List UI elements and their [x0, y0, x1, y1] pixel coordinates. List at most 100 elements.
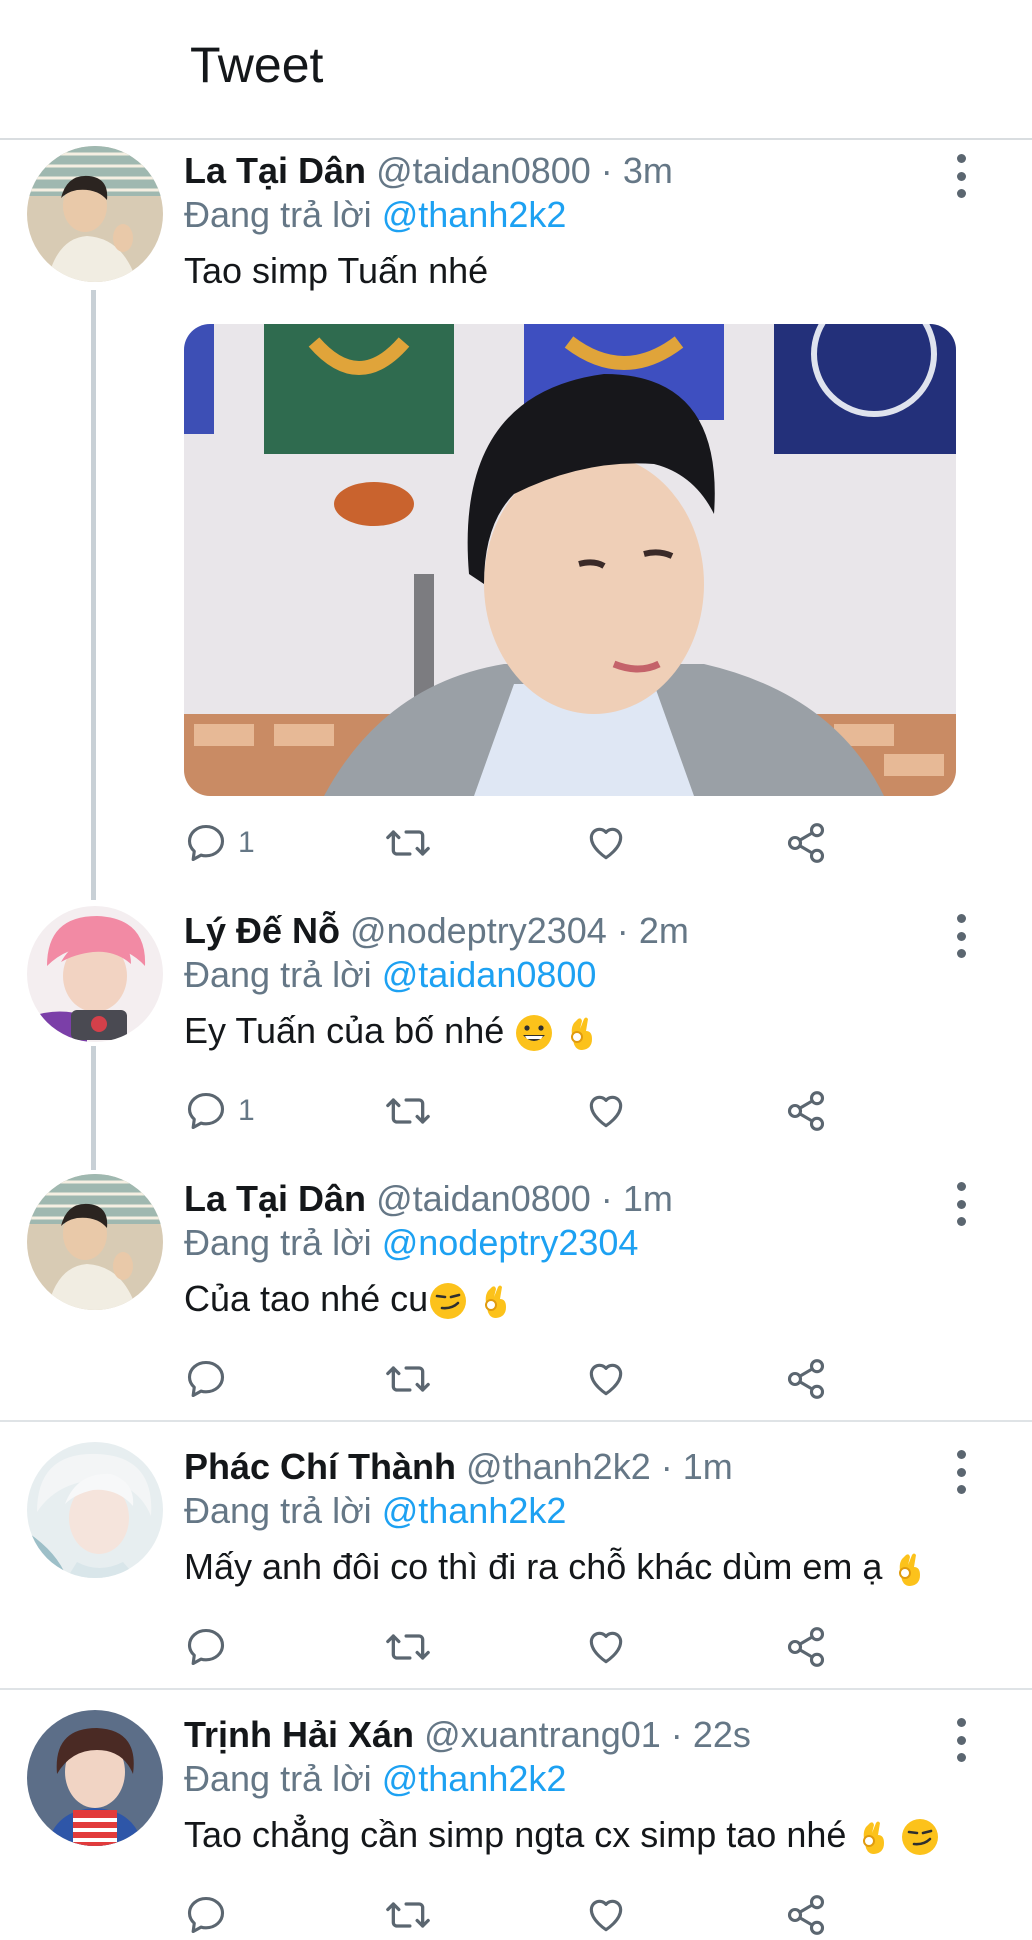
share-button[interactable]	[784, 1354, 828, 1404]
share-button[interactable]	[784, 1890, 828, 1940]
user-handle[interactable]: @xuantrang01	[424, 1714, 661, 1755]
like-button[interactable]	[584, 1622, 628, 1672]
tweet-text-content: Mấy anh đôi co thì đi ra chỗ khác dùm em…	[184, 1546, 883, 1587]
more-icon[interactable]	[948, 1182, 974, 1226]
tweet[interactable]: La Tại Dân @taidan0800 · 3m Đang trả lời…	[0, 140, 1032, 888]
tweet-meta: La Tại Dân @taidan0800 · 3m	[184, 150, 673, 192]
tweet-meta: Phác Chí Thành @thanh2k2 · 1m	[184, 1446, 733, 1488]
reply-button[interactable]	[184, 1622, 238, 1672]
share-button[interactable]	[784, 1622, 828, 1672]
user-handle[interactable]: @taidan0800	[376, 150, 591, 191]
ok-hand-icon	[899, 1553, 921, 1587]
retweet-icon	[386, 1902, 430, 1928]
ok-hand-icon	[485, 1285, 507, 1319]
dot-separator: ·	[616, 910, 629, 951]
share-icon	[787, 1627, 825, 1667]
retweet-icon	[386, 1366, 430, 1392]
tweet[interactable]: Phác Chí Thành @thanh2k2 · 1m Đang trả l…	[0, 1436, 1032, 1686]
timestamp[interactable]: 22s	[693, 1714, 751, 1755]
retweet-button[interactable]	[384, 1086, 432, 1136]
like-button[interactable]	[584, 1890, 628, 1940]
more-icon[interactable]	[948, 154, 974, 198]
retweet-button[interactable]	[384, 1890, 432, 1940]
retweet-button[interactable]	[384, 1354, 432, 1404]
smirking-face-icon	[430, 1283, 467, 1320]
reply-button[interactable]: 1	[184, 1086, 255, 1136]
tweet-meta: La Tại Dân @taidan0800 · 1m	[184, 1178, 673, 1220]
avatar[interactable]	[27, 1174, 163, 1310]
speech-bubble-icon	[187, 1628, 225, 1666]
mention-link[interactable]: @thanh2k2	[382, 194, 567, 235]
tweet[interactable]: La Tại Dân @taidan0800 · 1m Đang trả lời…	[0, 1168, 1032, 1420]
action-bar	[184, 1890, 884, 1940]
tweet-meta: Lý Đế Nỗ @nodeptry2304 · 2m	[184, 910, 689, 952]
tweet-meta: Trịnh Hải Xán @xuantrang01 · 22s	[184, 1714, 751, 1756]
display-name[interactable]: Lý Đế Nỗ	[184, 910, 340, 951]
avatar[interactable]	[27, 1442, 163, 1578]
avatar[interactable]	[27, 906, 163, 1042]
tweet-text: Tao simp Tuấn nhé	[184, 250, 488, 292]
mention-link[interactable]: @nodeptry2304	[382, 1222, 639, 1263]
share-icon	[787, 1895, 825, 1935]
reply-button[interactable]: 1	[184, 818, 255, 868]
mention-link[interactable]: @taidan0800	[382, 954, 597, 995]
mention-link[interactable]: @thanh2k2	[382, 1490, 567, 1531]
like-button[interactable]	[584, 818, 628, 868]
reply-count: 1	[238, 1094, 255, 1127]
share-button[interactable]	[784, 818, 828, 868]
share-icon	[787, 1091, 825, 1131]
more-icon[interactable]	[948, 1718, 974, 1762]
speech-bubble-icon	[187, 1360, 225, 1398]
ok-hand-icon	[571, 1017, 593, 1051]
header-bar: Tweet	[0, 0, 1032, 140]
display-name[interactable]: La Tại Dân	[184, 150, 366, 191]
timestamp[interactable]: 3m	[623, 150, 673, 191]
heart-icon	[589, 827, 623, 860]
dot-separator: ·	[670, 1714, 683, 1755]
avatar[interactable]	[27, 1710, 163, 1846]
tweet[interactable]: Lý Đế Nỗ @nodeptry2304 · 2m Đang trả lời…	[0, 900, 1032, 1160]
retweet-icon	[386, 1634, 430, 1660]
speech-bubble-icon	[187, 1092, 225, 1130]
like-button[interactable]	[584, 1354, 628, 1404]
retweet-icon	[386, 830, 430, 856]
more-icon[interactable]	[948, 1450, 974, 1494]
tweet-text-content: Của tao nhé cu	[184, 1278, 429, 1319]
timestamp[interactable]: 1m	[683, 1446, 733, 1487]
dot-separator: ·	[660, 1446, 673, 1487]
user-handle[interactable]: @taidan0800	[376, 1178, 591, 1219]
share-icon	[787, 1359, 825, 1399]
user-handle[interactable]: @nodeptry2304	[350, 910, 607, 951]
timestamp[interactable]: 1m	[623, 1178, 673, 1219]
like-button[interactable]	[584, 1086, 628, 1136]
display-name[interactable]: Trịnh Hải Xán	[184, 1714, 414, 1755]
replying-to-label: Đang trả lời	[184, 1222, 372, 1263]
avatar[interactable]	[27, 146, 163, 282]
tweet-image[interactable]	[184, 324, 956, 796]
tweet-text-content: Ey Tuấn của bố nhé	[184, 1010, 505, 1051]
speech-bubble-icon	[187, 1896, 225, 1934]
retweet-button[interactable]	[384, 1622, 432, 1672]
reply-button[interactable]	[184, 1890, 238, 1940]
replying-to-label: Đang trả lời	[184, 1758, 372, 1799]
tweet-text: Mấy anh đôi co thì đi ra chỗ khác dùm em…	[184, 1546, 926, 1589]
ok-hand-icon	[863, 1821, 885, 1855]
replying-to: Đang trả lời @thanh2k2	[184, 1758, 566, 1800]
tweet[interactable]: Trịnh Hải Xán @xuantrang01 · 22s Đang tr…	[0, 1704, 1032, 1935]
user-handle[interactable]: @thanh2k2	[466, 1446, 651, 1487]
display-name[interactable]: La Tại Dân	[184, 1178, 366, 1219]
retweet-button[interactable]	[384, 818, 432, 868]
more-icon[interactable]	[948, 914, 974, 958]
heart-icon	[589, 1899, 623, 1932]
tweet-text: Của tao nhé cu	[184, 1278, 512, 1321]
replying-to-label: Đang trả lời	[184, 1490, 372, 1531]
share-button[interactable]	[784, 1086, 828, 1136]
display-name[interactable]: Phác Chí Thành	[184, 1446, 456, 1487]
tweet-text-content: Tao simp Tuấn nhé	[184, 250, 489, 291]
dot-separator: ·	[600, 150, 613, 191]
timestamp[interactable]: 2m	[639, 910, 689, 951]
reply-button[interactable]	[184, 1354, 238, 1404]
replying-to: Đang trả lời @taidan0800	[184, 954, 596, 996]
mention-link[interactable]: @thanh2k2	[382, 1758, 567, 1799]
grinning-face-icon	[516, 1015, 553, 1052]
